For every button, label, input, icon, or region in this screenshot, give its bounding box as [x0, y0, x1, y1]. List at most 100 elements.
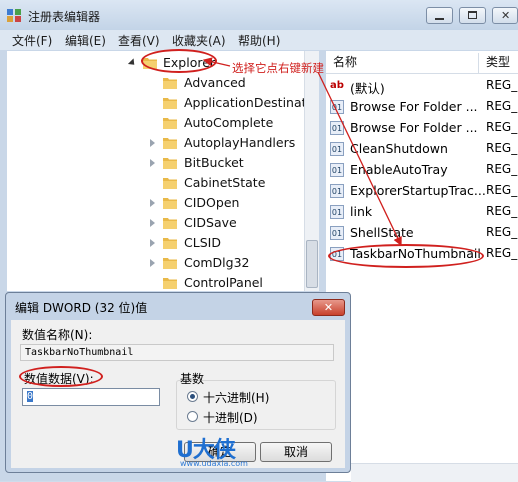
expand-arrow-icon[interactable] [150, 259, 155, 267]
folder-icon [163, 118, 177, 129]
tree-label: ApplicationDestinatio [184, 95, 316, 110]
values-horizontal-scrollbar[interactable] [351, 463, 518, 482]
expand-arrow-icon[interactable] [150, 199, 155, 207]
expand-arrow-icon[interactable] [150, 139, 155, 147]
value-name: Browse For Folder ... [350, 120, 478, 135]
tree-item[interactable]: ControlPanel [147, 273, 315, 291]
tree-label: BitBucket [184, 155, 244, 170]
folder-icon [163, 78, 177, 89]
tree-item[interactable]: CLSID [147, 233, 315, 253]
maximize-icon [468, 11, 477, 19]
menu-file[interactable]: 文件(F) [12, 32, 52, 49]
dialog-title: 编辑 DWORD (32 位)值 [15, 301, 148, 315]
tree-item[interactable]: CIDSave [147, 213, 315, 233]
binary-value-icon: 01 [330, 163, 344, 177]
value-type: REG_B [486, 225, 518, 239]
highlight-data-ellipse [19, 366, 103, 387]
tree-item[interactable]: BitBucket [147, 153, 315, 173]
cancel-button[interactable]: 取消 [260, 442, 332, 462]
tree-label: CIDSave [184, 215, 237, 230]
tree-label: AutoplayHandlers [184, 135, 296, 150]
folder-icon [163, 198, 177, 209]
radio-hex-label[interactable]: 十六进制(H) [203, 389, 269, 406]
value-type: REG_D [486, 246, 518, 260]
tree-item[interactable]: AutoComplete [147, 113, 315, 133]
value-type: REG_D [486, 183, 518, 197]
close-icon: ✕ [501, 9, 511, 22]
tree-label: CabinetState [184, 175, 266, 190]
menu-edit[interactable]: 编辑(E) [65, 32, 106, 49]
value-name-field: TaskbarNoThumbnail [20, 344, 334, 361]
value-type: REG_D [486, 120, 518, 134]
tree-label: Advanced [184, 75, 246, 90]
value-name: ExplorerStartupTrac... [350, 183, 486, 198]
binary-value-icon: 01 [330, 100, 344, 114]
value-name: EnableAutoTray [350, 162, 448, 177]
tree-label: ControlPanel [184, 275, 263, 290]
value-row[interactable]: 01 Browse For Folder ... REG_D [330, 97, 518, 118]
column-separator[interactable] [478, 53, 479, 73]
minimize-icon [435, 18, 444, 20]
binary-value-icon: 01 [330, 142, 344, 156]
value-row[interactable]: 01 CleanShutdown REG_D [330, 139, 518, 160]
value-row[interactable]: 01 Browse For Folder ... REG_D [330, 118, 518, 139]
value-type: REG_S [486, 78, 518, 92]
expand-arrow-icon[interactable] [127, 58, 138, 68]
string-value-icon: ab [330, 80, 344, 91]
tree-label: ComDlg32 [184, 255, 250, 270]
watermark-url: www.udaxia.com [180, 459, 248, 468]
base-label: 基数 [180, 372, 205, 386]
highlight-explorer-ellipse [141, 49, 217, 73]
header-divider [326, 73, 518, 74]
highlight-value-ellipse [328, 244, 484, 268]
scrollbar-thumb[interactable] [306, 240, 318, 288]
registry-tree[interactable]: Explorer Advanced ApplicationDestinatio Au… [7, 51, 316, 291]
folder-icon [163, 238, 177, 249]
close-icon: ✕ [323, 301, 334, 314]
tree-label: CIDOpen [184, 195, 240, 210]
value-type: REG_B [486, 204, 518, 218]
radio-decimal[interactable] [187, 411, 198, 422]
value-data-input[interactable]: 0 [22, 388, 160, 406]
folder-icon [163, 278, 177, 289]
folder-icon [163, 98, 177, 109]
value-row[interactable]: 01 ShellState REG_B [330, 223, 518, 244]
binary-value-icon: 01 [330, 205, 344, 219]
menu-view[interactable]: 查看(V) [118, 32, 160, 49]
value-row[interactable]: 01 EnableAutoTray REG_D [330, 160, 518, 181]
maximize-button[interactable] [459, 7, 486, 24]
menu-favorites[interactable]: 收藏夹(A) [172, 32, 226, 49]
menu-help[interactable]: 帮助(H) [238, 32, 280, 49]
radio-hexadecimal[interactable] [187, 391, 198, 402]
value-name: ShellState [350, 225, 414, 240]
column-header-type[interactable]: 类型 [486, 53, 510, 70]
folder-icon [163, 178, 177, 189]
value-data-text: 0 [27, 391, 34, 402]
expand-arrow-icon[interactable] [150, 239, 155, 247]
expand-arrow-icon[interactable] [150, 219, 155, 227]
minimize-button[interactable] [426, 7, 453, 24]
tree-item[interactable]: CabinetState [147, 173, 315, 193]
tree-label: AutoComplete [184, 115, 274, 130]
tree-item[interactable]: ComDlg32 [147, 253, 315, 273]
dialog-close-button[interactable]: ✕ [312, 299, 345, 316]
value-name: (默认) [350, 81, 385, 96]
value-type: REG_D [486, 141, 518, 155]
value-row[interactable]: 01 ExplorerStartupTrac...REG_D [330, 181, 518, 202]
value-name: link [350, 204, 373, 219]
close-window-button[interactable]: ✕ [492, 7, 518, 24]
value-row[interactable]: 01 link REG_B [330, 202, 518, 223]
tree-item[interactable]: ApplicationDestinatio [147, 93, 316, 113]
window-title: 注册表编辑器 [28, 10, 101, 24]
radio-dec-label[interactable]: 十进制(D) [203, 409, 258, 426]
expand-arrow-icon[interactable] [150, 159, 155, 167]
tree-item[interactable]: CIDOpen [147, 193, 315, 213]
column-header-name[interactable]: 名称 [333, 53, 357, 70]
tree-item[interactable]: Advanced [147, 73, 315, 93]
folder-icon [163, 158, 177, 169]
value-row[interactable]: ab (默认) REG_S [330, 76, 518, 97]
tree-item[interactable]: AutoplayHandlers [147, 133, 315, 153]
binary-value-icon: 01 [330, 121, 344, 135]
folder-icon [163, 218, 177, 229]
binary-value-icon: 01 [330, 226, 344, 240]
